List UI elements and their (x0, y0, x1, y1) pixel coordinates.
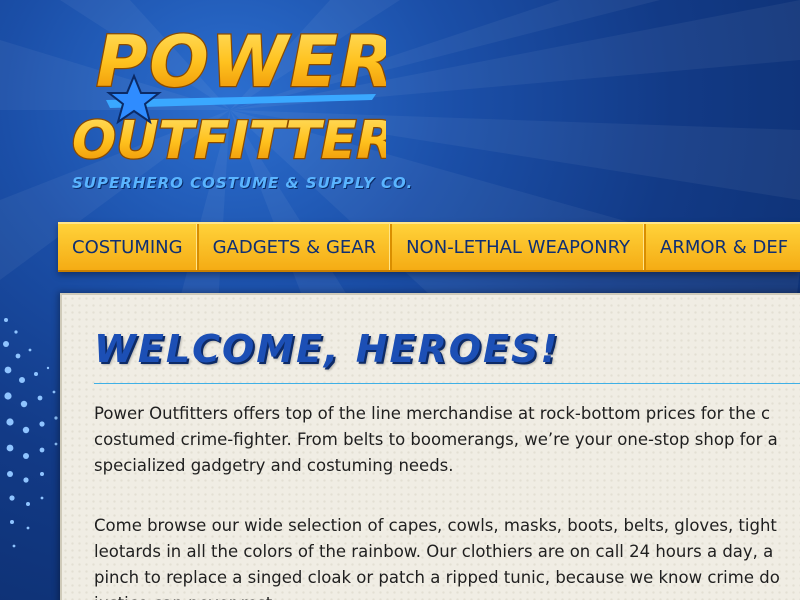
power-outfitters-logo[interactable]: POWER OUTFITTERS (66, 18, 386, 198)
paragraph-line: Come browse our wide selection of capes,… (94, 516, 777, 535)
main-nav: COSTUMING GADGETS & GEAR NON-LETHAL WEAP… (58, 222, 800, 272)
title-divider (94, 383, 800, 384)
paragraph-line: leotards in all the colors of the rainbo… (94, 542, 774, 561)
paragraph-line: justice can never rest. (94, 591, 800, 600)
paragraph-line: specialized gadgetry and costuming needs… (94, 456, 454, 475)
nav-armor-defense[interactable]: ARMOR & DEF (646, 224, 800, 270)
browse-paragraph: Come browse our wide selection of capes,… (94, 513, 800, 600)
intro-paragraph: Power Outfitters offers top of the line … (94, 401, 800, 479)
paragraph-line: Power Outfitters offers top of the line … (94, 404, 771, 423)
nav-gadgets-gear[interactable]: GADGETS & GEAR (199, 224, 393, 270)
paragraph-line: pinch to replace a singed cloak or patch… (94, 568, 780, 587)
logo-tagline: SUPERHERO COSTUME & SUPPLY CO. (72, 174, 414, 192)
nav-costuming[interactable]: COSTUMING (58, 224, 199, 270)
page-title: WELCOME, HEROES! (94, 327, 560, 371)
paragraph-line: costumed crime-fighter. From belts to bo… (94, 430, 778, 449)
nav-non-lethal-weaponry[interactable]: NON-LETHAL WEAPONRY (392, 224, 647, 270)
content-panel: WELCOME, HEROES! Power Outfitters offers… (60, 293, 800, 600)
